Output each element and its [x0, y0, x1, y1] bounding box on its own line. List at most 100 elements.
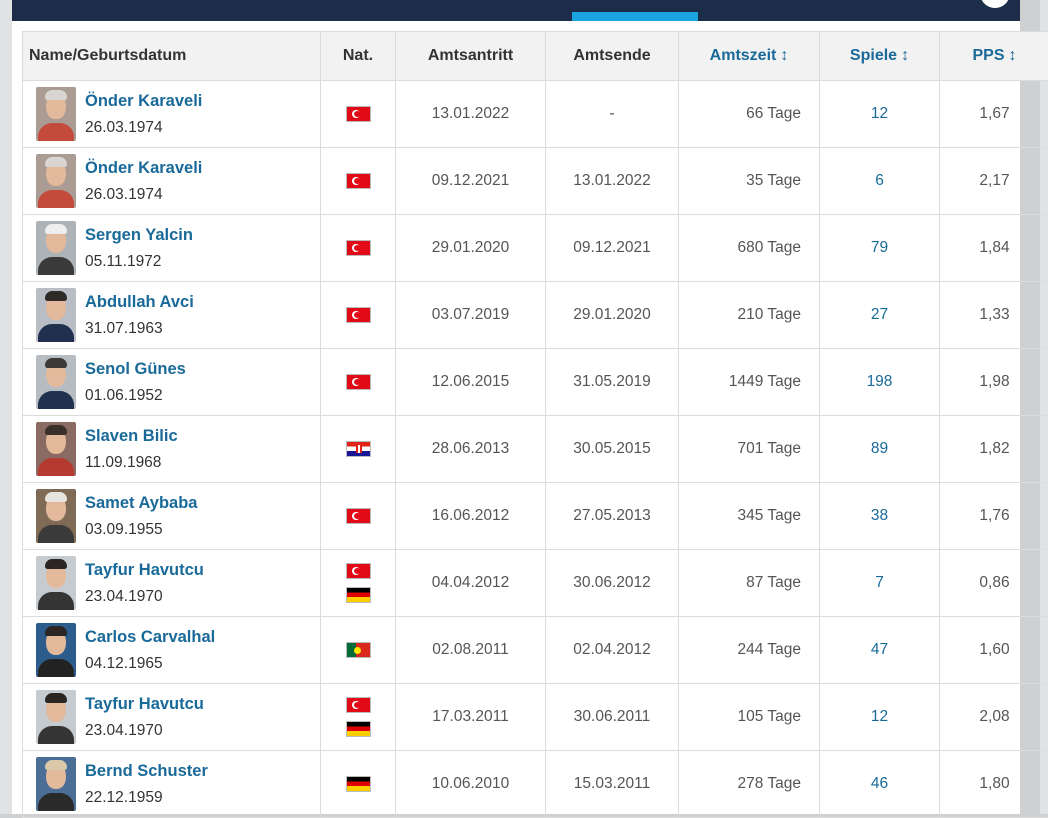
matches-link[interactable]: 198 — [820, 349, 940, 416]
left-gutter — [0, 0, 12, 814]
matches-link[interactable]: 89 — [820, 416, 940, 483]
avatar[interactable] — [36, 690, 76, 744]
header-matches-sort[interactable]: Spiele↕ — [820, 32, 940, 81]
coach-name-link[interactable]: Tayfur Havutcu — [85, 694, 204, 714]
start-date-cell: 04.04.2012 — [396, 550, 546, 617]
menu-circle-button[interactable] — [980, 0, 1010, 8]
header-start-date: Amtsantritt — [396, 32, 546, 81]
header-tenure-sort[interactable]: Amtszeit↕ — [679, 32, 820, 81]
end-date-cell: - — [546, 81, 679, 148]
matches-link[interactable]: 38 — [820, 483, 940, 550]
nationality-cell — [321, 751, 396, 818]
end-date-cell: 15.03.2011 — [546, 751, 679, 818]
tenure-cell: 35 Tage — [679, 148, 820, 215]
start-date-cell: 09.12.2021 — [396, 148, 546, 215]
coach-cell: Carlos Carvalhal 04.12.1965 — [23, 617, 321, 684]
end-date-cell: 30.05.2015 — [546, 416, 679, 483]
coach-cell: Tayfur Havutcu 23.04.1970 — [23, 550, 321, 617]
flag-de-icon — [346, 587, 371, 603]
flag-tr-icon — [346, 106, 371, 122]
coach-birthdate: 22.12.1959 — [85, 788, 208, 808]
coach-name-link[interactable]: Sergen Yalcin — [85, 225, 193, 245]
coach-name-link[interactable]: Önder Karaveli — [85, 158, 202, 178]
avatar[interactable] — [36, 154, 76, 208]
coach-name-link[interactable]: Tayfur Havutcu — [85, 560, 204, 580]
avatar[interactable] — [36, 355, 76, 409]
sort-arrows-icon: ↕ — [901, 47, 909, 64]
table-row: Tayfur Havutcu 23.04.1970 04.04.2012 30.… — [23, 550, 1048, 617]
matches-link[interactable]: 12 — [820, 684, 940, 751]
avatar[interactable] — [36, 489, 76, 543]
coach-cell: Önder Karaveli 26.03.1974 — [23, 81, 321, 148]
matches-link[interactable]: 47 — [820, 617, 940, 684]
coach-cell: Önder Karaveli 26.03.1974 — [23, 148, 321, 215]
coach-name-link[interactable]: Samet Aybaba — [85, 493, 198, 513]
end-date-cell: 30.06.2011 — [546, 684, 679, 751]
header-pps-sort[interactable]: PPS↕ — [940, 32, 1048, 81]
matches-link[interactable]: 27 — [820, 282, 940, 349]
flag-tr-icon — [346, 697, 371, 713]
avatar[interactable] — [36, 422, 76, 476]
coach-name-link[interactable]: Önder Karaveli — [85, 91, 202, 111]
coach-name-link[interactable]: Bernd Schuster — [85, 761, 208, 781]
coach-birthdate: 03.09.1955 — [85, 520, 198, 540]
matches-link[interactable]: 6 — [820, 148, 940, 215]
start-date-cell: 02.08.2011 — [396, 617, 546, 684]
pps-cell: 2,08 — [940, 684, 1048, 751]
coach-cell: Bernd Schuster 22.12.1959 — [23, 751, 321, 818]
coach-cell: Tayfur Havutcu 23.04.1970 — [23, 684, 321, 751]
start-date-cell: 03.07.2019 — [396, 282, 546, 349]
start-date-cell: 12.06.2015 — [396, 349, 546, 416]
sort-arrows-icon: ↕ — [1009, 47, 1017, 64]
coach-name-link[interactable]: Carlos Carvalhal — [85, 627, 215, 647]
active-tab-indicator[interactable] — [572, 12, 698, 21]
coach-birthdate: 23.04.1970 — [85, 587, 204, 607]
nationality-cell — [321, 684, 396, 751]
pps-cell: 0,86 — [940, 550, 1048, 617]
coach-name-link[interactable]: Slaven Bilic — [85, 426, 178, 446]
tenure-cell: 278 Tage — [679, 751, 820, 818]
matches-link[interactable]: 7 — [820, 550, 940, 617]
matches-link[interactable]: 79 — [820, 215, 940, 282]
avatar[interactable] — [36, 221, 76, 275]
coach-birthdate: 26.03.1974 — [85, 185, 202, 205]
nationality-cell — [321, 148, 396, 215]
end-date-cell: 31.05.2019 — [546, 349, 679, 416]
coach-cell: Samet Aybaba 03.09.1955 — [23, 483, 321, 550]
coach-name-link[interactable]: Abdullah Avci — [85, 292, 194, 312]
avatar[interactable] — [36, 288, 76, 342]
pps-cell: 1,82 — [940, 416, 1048, 483]
end-date-cell: 09.12.2021 — [546, 215, 679, 282]
nationality-cell — [321, 550, 396, 617]
end-date-cell: 13.01.2022 — [546, 148, 679, 215]
flag-hr-icon — [346, 441, 371, 457]
coach-birthdate: 11.09.1968 — [85, 453, 178, 473]
coach-cell: Slaven Bilic 11.09.1968 — [23, 416, 321, 483]
header-nationality: Nat. — [321, 32, 396, 81]
pps-cell: 1,80 — [940, 751, 1048, 818]
tenure-cell: 210 Tage — [679, 282, 820, 349]
matches-link[interactable]: 12 — [820, 81, 940, 148]
coach-birthdate: 26.03.1974 — [85, 118, 202, 138]
flag-tr-icon — [346, 508, 371, 524]
start-date-cell: 28.06.2013 — [396, 416, 546, 483]
header-end-date: Amtsende — [546, 32, 679, 81]
avatar[interactable] — [36, 623, 76, 677]
flag-de-icon — [346, 721, 371, 737]
pps-cell: 1,76 — [940, 483, 1048, 550]
avatar[interactable] — [36, 556, 76, 610]
avatar[interactable] — [36, 757, 76, 811]
nationality-cell — [321, 215, 396, 282]
flag-pt-icon — [346, 642, 371, 658]
tenure-cell: 244 Tage — [679, 617, 820, 684]
end-date-cell: 30.06.2012 — [546, 550, 679, 617]
matches-link[interactable]: 46 — [820, 751, 940, 818]
tenure-cell: 1449 Tage — [679, 349, 820, 416]
avatar[interactable] — [36, 87, 76, 141]
coach-birthdate: 05.11.1972 — [85, 252, 193, 272]
start-date-cell: 13.01.2022 — [396, 81, 546, 148]
tenure-cell: 701 Tage — [679, 416, 820, 483]
coach-name-link[interactable]: Senol Günes — [85, 359, 186, 379]
nationality-cell — [321, 282, 396, 349]
pps-cell: 1,33 — [940, 282, 1048, 349]
